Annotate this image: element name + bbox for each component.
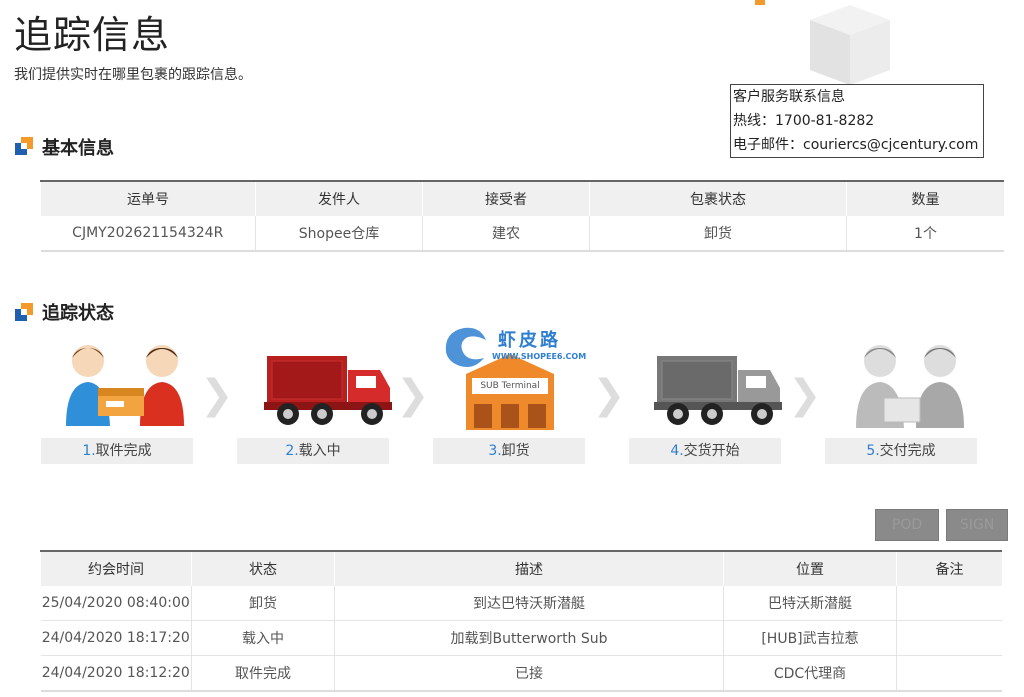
sign-button[interactable]: SIGN — [946, 509, 1008, 541]
remarks — [896, 655, 1002, 692]
time: 25/04/2020 08:40:00 — [40, 586, 192, 621]
step-number: 5. — [866, 443, 880, 459]
pod-button[interactable]: POD — [875, 509, 939, 541]
table-row: 24/04/2020 18:17:20 载入中 加载到Butterworth S… — [40, 620, 1002, 656]
description: 已接 — [334, 655, 724, 692]
status: 取件完成 — [191, 655, 335, 692]
col-time: 约会时间 — [40, 551, 192, 586]
basic-info-table: 运单号 发件人 接受者 包裹状态 数量 CJMY202621154324R Sh… — [40, 180, 1004, 252]
step-text: 交货开始 — [683, 443, 740, 459]
tracking-details-table: 约会时间 状态 描述 位置 备注 25/04/2020 08:40:00 卸货 … — [40, 550, 1002, 692]
contact-info-box: 客户服务联系信息 热线：1700-81-8282 电子邮件：couriercs@… — [730, 84, 984, 158]
table-row: 24/04/2020 18:12:20 取件完成 已接 CDC代理商 — [40, 655, 1002, 692]
step-text: 卸货 — [501, 443, 530, 459]
quantity: 1个 — [846, 216, 1004, 252]
status: 卸货 — [191, 586, 335, 621]
dragon-logo-icon — [445, 327, 486, 367]
chevron-right-icon: ❯ — [200, 372, 234, 418]
chevron-right-icon: ❯ — [788, 372, 822, 418]
terminal-sign: SUB Terminal — [472, 378, 548, 394]
handover-icon — [66, 345, 184, 426]
chevron-right-icon: ❯ — [396, 372, 430, 418]
watermark: 虾皮路 WWW.SHOPEE6.COM — [440, 322, 590, 372]
step-text: 交付完成 — [879, 443, 936, 459]
time: 24/04/2020 18:12:20 — [40, 655, 192, 692]
delivered-icon — [856, 345, 964, 428]
contact-heading: 客户服务联系信息 — [733, 89, 845, 105]
orange-shape — [755, 0, 765, 5]
section-bullet-icon — [15, 137, 33, 155]
basic-info-heading: 基本信息 — [42, 138, 114, 159]
col-remarks: 备注 — [896, 551, 1002, 586]
page-title: 追踪信息 — [14, 13, 171, 57]
red-truck-icon — [264, 356, 392, 425]
contact-hotline: 热线：1700-81-8282 — [733, 113, 875, 129]
location: [HUB]武吉拉惹 — [723, 620, 897, 656]
step-label-1: 1.取件完成 — [41, 438, 193, 464]
parcel-status: 卸货 — [589, 216, 847, 252]
step-number: 3. — [488, 443, 502, 459]
description: 到达巴特沃斯潜艇 — [334, 586, 724, 621]
page-subtitle: 我们提供实时在哪里包裹的跟踪信息。 — [14, 67, 252, 83]
contact-email: 电子邮件：couriercs@cjcentury.com — [733, 137, 979, 153]
receiver: 建农 — [422, 216, 590, 252]
step-label-4: 4.交货开始 — [629, 438, 781, 464]
waybill-number: CJMY202621154324R — [40, 216, 256, 252]
step-label-2: 2.载入中 — [237, 438, 389, 464]
sender: Shopee仓库 — [255, 216, 423, 252]
col-waybill: 运单号 — [40, 181, 256, 216]
col-description: 描述 — [334, 551, 724, 586]
gray-truck-icon — [654, 356, 782, 425]
step-label-3: 3.卸货 — [433, 438, 585, 464]
col-sender: 发件人 — [255, 181, 423, 216]
step-text: 载入中 — [298, 443, 341, 459]
col-status: 状态 — [191, 551, 335, 586]
step-text: 取件完成 — [95, 443, 152, 459]
watermark-url: WWW.SHOPEE6.COM — [492, 352, 587, 361]
time: 24/04/2020 18:17:20 — [40, 620, 192, 656]
remarks — [896, 586, 1002, 621]
remarks — [896, 620, 1002, 656]
step-label-5: 5.交付完成 — [825, 438, 977, 464]
col-location: 位置 — [723, 551, 897, 586]
location: CDC代理商 — [723, 655, 897, 692]
step-number: 1. — [82, 443, 96, 459]
tracking-status-heading: 追踪状态 — [42, 303, 114, 324]
location: 巴特沃斯潜艇 — [723, 586, 897, 621]
chevron-right-icon: ❯ — [592, 372, 626, 418]
decorative-cube-graphic — [810, 5, 890, 85]
section-bullet-icon — [15, 303, 33, 321]
col-quantity: 数量 — [846, 181, 1004, 216]
col-receiver: 接受者 — [422, 181, 590, 216]
step-number: 4. — [670, 443, 684, 459]
col-parcel-status: 包裹状态 — [589, 181, 847, 216]
table-row: CJMY202621154324R Shopee仓库 建农 卸货 1个 — [40, 216, 1004, 252]
table-row: 25/04/2020 08:40:00 卸货 到达巴特沃斯潜艇 巴特沃斯潜艇 — [40, 586, 1002, 621]
description: 加载到Butterworth Sub — [334, 620, 724, 656]
step-number: 2. — [285, 443, 299, 459]
status: 载入中 — [191, 620, 335, 656]
watermark-name: 虾皮路 — [498, 330, 561, 351]
